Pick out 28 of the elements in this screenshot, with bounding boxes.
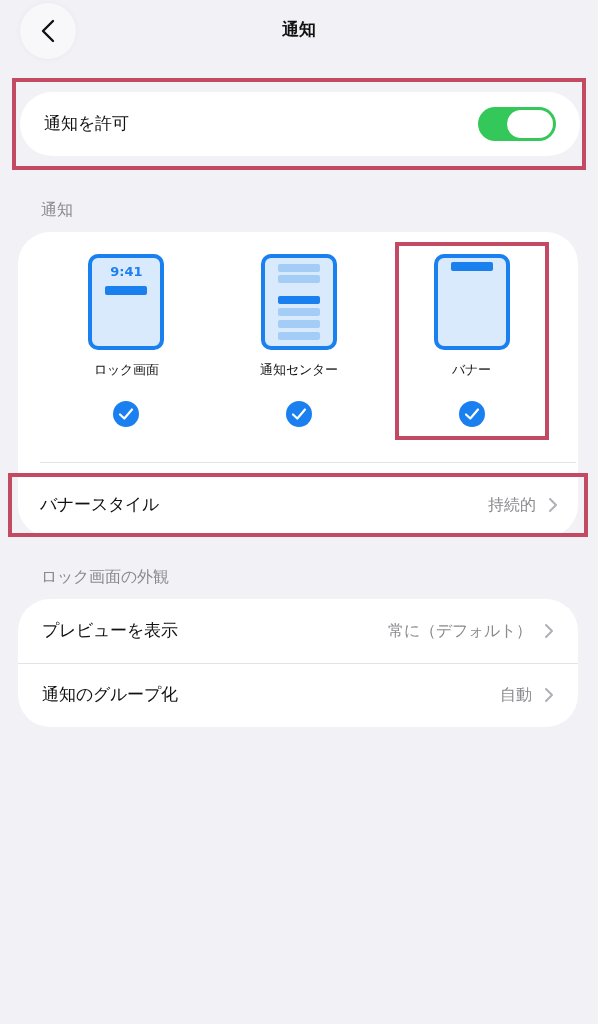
section-header: 通知 [40,199,74,221]
back-icon [41,19,55,43]
style-label: バナー [452,361,492,379]
chevron-icon [548,496,558,513]
section-header: ロック画面の外観 [40,565,170,588]
setting-label: 通知を許可 [44,112,129,136]
chevron-icon [544,687,554,703]
page-title: 通知 [282,18,316,42]
style-label: 通知センター [260,361,338,379]
phone-screen-icon [433,254,510,350]
row-value: 自動 [500,684,532,706]
checkmark-icon[interactable] [457,399,486,428]
toggle-switch[interactable] [478,107,556,141]
phone-screen-icon [88,254,165,350]
row-label: バナースタイル [40,492,159,516]
row-label: 通知のグループ化 [42,683,178,707]
settings-row[interactable]: 通知のグループ化 自動 [18,662,578,727]
row-label: プレビューを表示 [42,618,178,642]
style-label: ロック画面 [93,361,159,379]
chevron-icon [544,622,554,639]
settings-row[interactable]: プレビューを表示 常に（デフォルト） [18,598,578,663]
settings-row[interactable]: バナースタイル 持続的 [8,472,588,537]
phone-screen-icon [261,254,337,350]
checkmark-icon[interactable] [285,399,313,428]
checkmark-icon[interactable] [112,399,141,428]
clock-time: 9:41 [109,263,144,281]
row-value: 持続的 [488,493,536,516]
row-value: 常に（デフォルト） [388,619,532,642]
